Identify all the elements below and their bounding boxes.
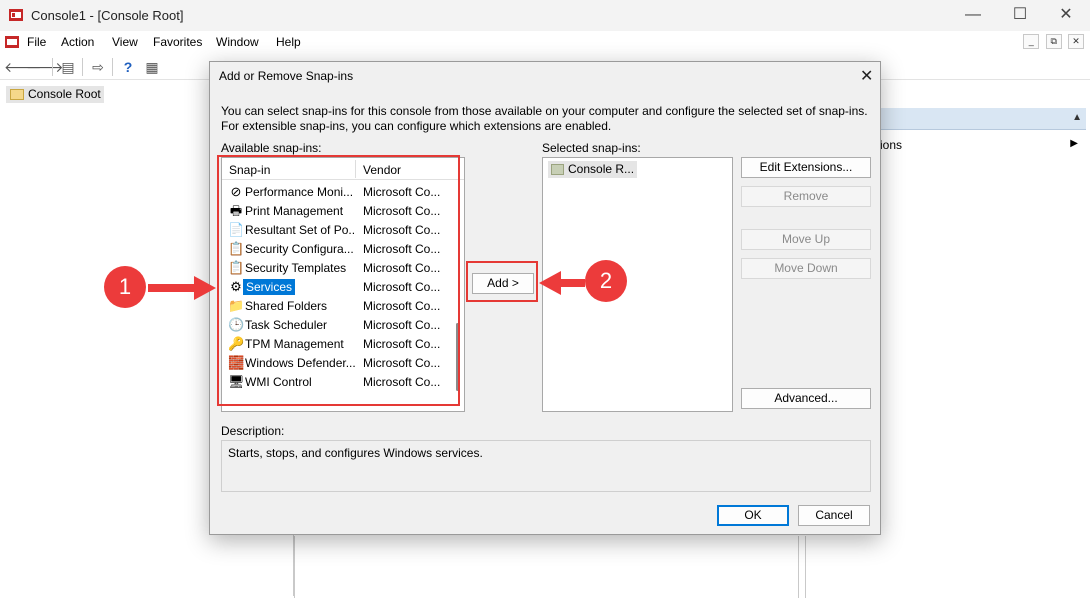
folder-icon	[551, 164, 564, 175]
description-box: Starts, stops, and configures Windows se…	[221, 440, 871, 492]
available-snapins-label: Available snap-ins:	[221, 141, 322, 155]
help-icon[interactable]: ?	[118, 57, 138, 77]
actions-header[interactable]: ▲	[880, 108, 1086, 130]
menu-action[interactable]: Action	[61, 35, 94, 49]
mdi-restore-button[interactable]: ⧉	[1045, 34, 1062, 49]
title-bar: Console1 - [Console Root] — ☐ ✕	[0, 0, 1090, 31]
menu-favorites[interactable]: Favorites	[153, 35, 202, 49]
mdi-controls: _ ⧉ ✕	[1020, 33, 1084, 49]
callout-arrow-2	[539, 271, 585, 295]
move-up-button[interactable]: Move Up	[741, 229, 871, 250]
cancel-button[interactable]: Cancel	[798, 505, 870, 526]
toolbar-separator	[112, 58, 113, 76]
back-arrow-icon[interactable]: 🡐	[4, 57, 42, 77]
close-button[interactable]: ✕	[1043, 0, 1089, 31]
menu-help[interactable]: Help	[276, 35, 301, 49]
tree-item-console-root[interactable]: Console Root	[6, 86, 104, 103]
tree-item-label: Console Root	[28, 87, 101, 101]
move-down-button[interactable]: Move Down	[741, 258, 871, 279]
folder-icon	[10, 89, 24, 100]
mmc-app-icon	[9, 9, 23, 21]
maximize-button[interactable]: ☐	[997, 0, 1043, 31]
callout-arrow-1	[148, 276, 216, 300]
selected-snapins-label: Selected snap-ins:	[542, 141, 641, 155]
callout-badge-2: 2	[585, 260, 627, 302]
menu-bar: File Action View Favorites Window Help _…	[0, 31, 1090, 53]
toolbar-separator	[52, 58, 53, 76]
description-label: Description:	[221, 424, 285, 438]
results-pane-frame	[294, 536, 799, 598]
menu-window[interactable]: Window	[216, 35, 259, 49]
actions-item-label[interactable]: ions	[880, 138, 902, 152]
intro-line-2: For extensible snap-ins, you can configu…	[221, 119, 612, 133]
highlight-box-add-button	[466, 261, 538, 302]
toolbar-separator	[82, 58, 83, 76]
dialog-intro: You can select snap-ins for this console…	[221, 104, 871, 134]
edit-extensions-button[interactable]: Edit Extensions...	[741, 157, 871, 178]
callout-badge-1: 1	[104, 266, 146, 308]
intro-line-1: You can select snap-ins for this console…	[221, 104, 868, 118]
advanced-button[interactable]: Advanced...	[741, 388, 871, 409]
remove-button[interactable]: Remove	[741, 186, 871, 207]
show-hide-tree-icon[interactable]: ▤	[58, 57, 78, 77]
collapse-up-icon[interactable]: ▲	[1072, 112, 1082, 123]
selected-item-label: Console R...	[568, 162, 635, 176]
export-list-icon[interactable]: ⇨	[88, 57, 108, 77]
description-text: Starts, stops, and configures Windows se…	[228, 446, 483, 460]
pane-divider	[800, 536, 806, 598]
forward-arrow-icon[interactable]: 🡒	[26, 57, 64, 77]
actions-pane: ▲ ions ▶	[880, 108, 1086, 596]
highlight-box-snapin-list	[217, 155, 460, 406]
mdi-minimize-button[interactable]: _	[1023, 34, 1040, 49]
minimize-button[interactable]: —	[950, 0, 996, 31]
menu-view[interactable]: View	[112, 35, 138, 49]
console-menu-icon[interactable]	[4, 34, 20, 50]
mdi-close-button[interactable]: ✕	[1068, 34, 1084, 49]
dialog-title: Add or Remove Snap-ins	[219, 69, 354, 83]
submenu-arrow-icon: ▶	[1070, 138, 1078, 149]
show-hide-action-pane-icon[interactable]: ▦	[142, 57, 162, 77]
menu-file[interactable]: File	[27, 35, 46, 49]
ok-button[interactable]: OK	[717, 505, 789, 526]
window-title: Console1 - [Console Root]	[31, 8, 184, 23]
dialog-close-icon[interactable]: ✕	[860, 66, 873, 86]
selected-item-console-root[interactable]: Console R...	[548, 161, 638, 178]
